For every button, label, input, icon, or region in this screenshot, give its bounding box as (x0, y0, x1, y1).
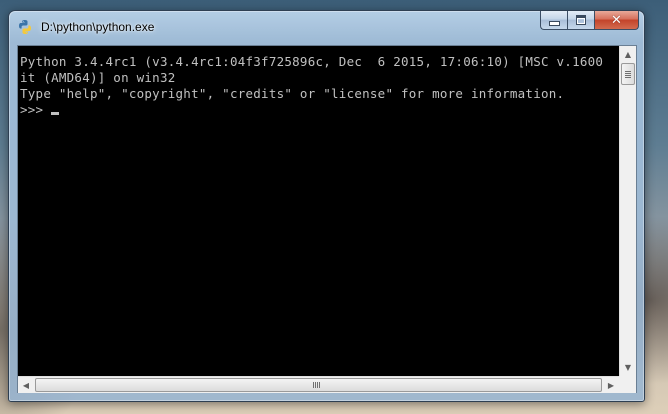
close-button[interactable]: ✕ (594, 11, 639, 30)
minimize-icon (548, 20, 560, 26)
console-line: it (AMD64)] on win32 (20, 70, 176, 85)
grip-line (319, 382, 320, 388)
vertical-scroll-thumb[interactable] (621, 63, 635, 85)
grip-line (625, 75, 631, 76)
vertical-scrollbar[interactable]: ▲ ▼ (619, 46, 636, 376)
console-line: Type "help", "copyright", "credits" or "… (20, 86, 565, 101)
python-prompt: >>> (20, 102, 52, 117)
maximize-button[interactable] (567, 11, 594, 30)
close-icon: ✕ (611, 12, 622, 28)
horizontal-scrollbar[interactable]: ◀ ▶ (18, 376, 619, 393)
maximize-icon (576, 15, 586, 25)
console-output[interactable]: Python 3.4.4rc1 (v3.4.4rc1:04f3f725896c,… (18, 46, 619, 376)
grip-line (625, 71, 631, 72)
console-client-area: Python 3.4.4rc1 (v3.4.4rc1:04f3f725896c,… (17, 45, 637, 393)
grip-line (313, 382, 314, 388)
arrow-up-icon[interactable]: ▲ (620, 46, 636, 63)
grip-line (315, 382, 316, 388)
arrow-right-icon[interactable]: ▶ (603, 377, 619, 394)
scrollbar-corner (619, 376, 636, 393)
caption-buttons: ✕ (540, 11, 639, 31)
prompt-line[interactable]: >>> (20, 102, 60, 118)
arrow-down-icon[interactable]: ▼ (620, 359, 636, 376)
minimize-button[interactable] (540, 11, 567, 30)
grip-line (625, 77, 631, 78)
title-bar[interactable]: D:\python\python.exe ✕ (9, 11, 644, 45)
horizontal-scroll-thumb[interactable] (35, 378, 602, 392)
text-cursor (51, 112, 60, 115)
python-icon[interactable] (17, 19, 33, 35)
grip-line (625, 73, 631, 74)
window-title: D:\python\python.exe (41, 20, 155, 34)
console-window: D:\python\python.exe ✕ Python 3.4.4rc1 (… (8, 10, 645, 402)
console-line: Python 3.4.4rc1 (v3.4.4rc1:04f3f725896c,… (20, 54, 604, 69)
arrow-left-icon[interactable]: ◀ (18, 377, 34, 394)
grip-line (317, 382, 318, 388)
